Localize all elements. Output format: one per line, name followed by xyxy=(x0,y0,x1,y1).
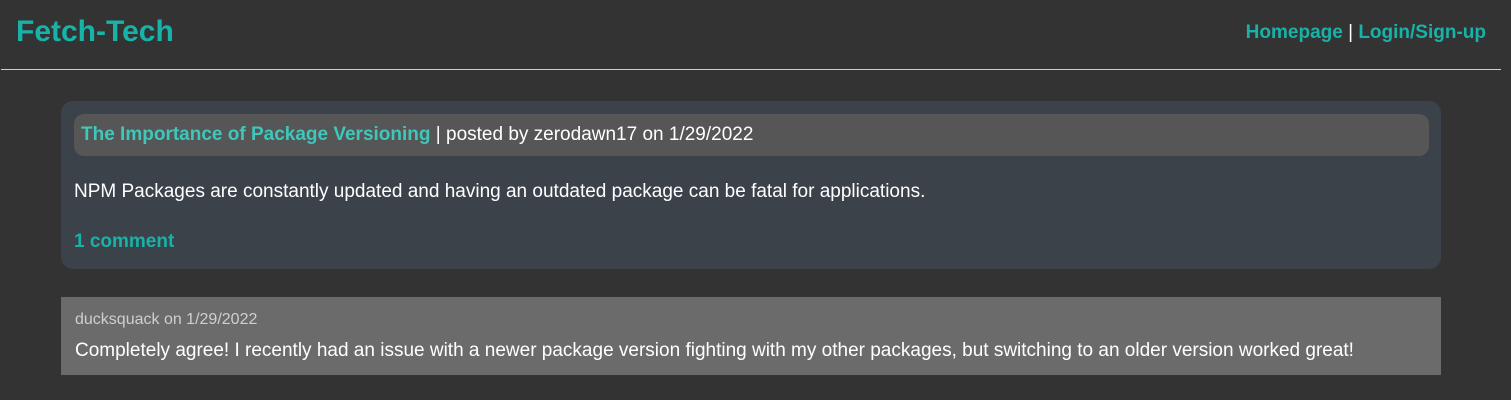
comments-link[interactable]: 1 comment xyxy=(74,231,174,253)
post-meta: | posted by zerodawn17 on 1/29/2022 xyxy=(435,124,754,145)
post-body: NPM Packages are constantly updated and … xyxy=(74,181,926,202)
nav-homepage-link[interactable]: Homepage xyxy=(1246,22,1343,43)
header-divider xyxy=(1,69,1501,70)
comment-item: ducksquack on 1/29/2022 Completely agree… xyxy=(61,297,1441,375)
comment-text: Completely agree! I recently had an issu… xyxy=(75,340,1354,361)
nav-separator: | xyxy=(1348,22,1354,43)
site-header: Fetch-Tech Homepage | Login/Sign-up xyxy=(0,0,1511,70)
site-logo[interactable]: Fetch-Tech xyxy=(16,15,174,49)
nav: Homepage | Login/Sign-up xyxy=(1246,22,1486,44)
post-header: The Importance of Package Versioning | p… xyxy=(74,114,1429,156)
nav-login-link[interactable]: Login/Sign-up xyxy=(1358,22,1486,43)
post-title-link[interactable]: The Importance of Package Versioning xyxy=(81,124,431,145)
comment-meta: ducksquack on 1/29/2022 xyxy=(75,311,258,328)
post-card: The Importance of Package Versioning | p… xyxy=(61,101,1441,269)
